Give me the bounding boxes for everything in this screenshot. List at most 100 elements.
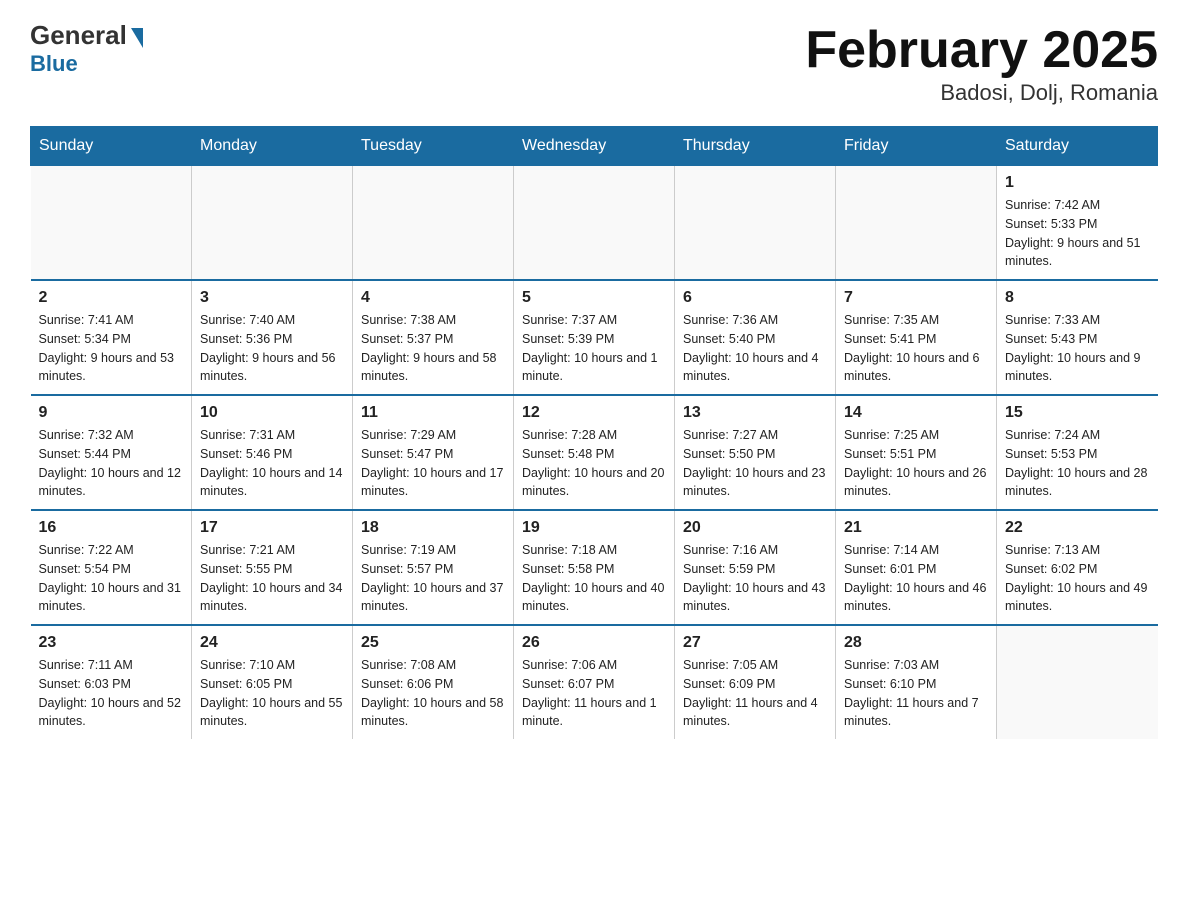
- calendar-cell: 17 Sunrise: 7:21 AMSunset: 5:55 PMDayligh…: [192, 510, 353, 625]
- month-title: February 2025: [805, 20, 1158, 80]
- day-number: 16: [39, 519, 184, 537]
- calendar-cell: 5 Sunrise: 7:37 AMSunset: 5:39 PMDaylight…: [514, 280, 675, 395]
- day-info: Sunrise: 7:03 AMSunset: 6:10 PMDaylight:…: [844, 656, 988, 731]
- header-wednesday: Wednesday: [514, 127, 675, 166]
- calendar-cell: 20 Sunrise: 7:16 AMSunset: 5:59 PMDayligh…: [675, 510, 836, 625]
- calendar-week-row: 23 Sunrise: 7:11 AMSunset: 6:03 PMDayligh…: [31, 625, 1158, 739]
- day-number: 23: [39, 634, 184, 652]
- day-info: Sunrise: 7:33 AMSunset: 5:43 PMDaylight:…: [1005, 311, 1150, 386]
- calendar-cell: [675, 166, 836, 281]
- day-info: Sunrise: 7:42 AMSunset: 5:33 PMDaylight:…: [1005, 196, 1150, 271]
- calendar-cell: 13Sunrise: 7:27 AMSunset: 5:50 PMDayligh…: [675, 395, 836, 510]
- day-number: 7: [844, 289, 988, 307]
- day-info: Sunrise: 7:35 AMSunset: 5:41 PMDaylight:…: [844, 311, 988, 386]
- calendar-cell: 19 Sunrise: 7:18 AMSunset: 5:58 PMDayligh…: [514, 510, 675, 625]
- day-info: Sunrise: 7:21 AMSunset: 5:55 PMDaylight:…: [200, 541, 344, 616]
- calendar-week-row: 2 Sunrise: 7:41 AMSunset: 5:34 PMDaylight…: [31, 280, 1158, 395]
- calendar-cell: 9 Sunrise: 7:32 AMSunset: 5:44 PMDaylight…: [31, 395, 192, 510]
- day-number: 5: [522, 289, 666, 307]
- calendar-cell: [836, 166, 997, 281]
- day-number: 6: [683, 289, 827, 307]
- calendar-cell: 24 Sunrise: 7:10 AMSunset: 6:05 PMDayligh…: [192, 625, 353, 739]
- day-info: Sunrise: 7:37 AMSunset: 5:39 PMDaylight:…: [522, 311, 666, 386]
- day-info: Sunrise: 7:41 AMSunset: 5:34 PMDaylight:…: [39, 311, 184, 386]
- day-number: 1: [1005, 174, 1150, 192]
- day-info: Sunrise: 7:32 AMSunset: 5:44 PMDaylight:…: [39, 426, 184, 501]
- day-number: 17: [200, 519, 344, 537]
- calendar-cell: 3 Sunrise: 7:40 AMSunset: 5:36 PMDaylight…: [192, 280, 353, 395]
- day-info: Sunrise: 7:22 AMSunset: 5:54 PMDaylight:…: [39, 541, 184, 616]
- calendar-cell: 21 Sunrise: 7:14 AMSunset: 6:01 PMDayligh…: [836, 510, 997, 625]
- day-number: 26: [522, 634, 666, 652]
- day-info: Sunrise: 7:19 AMSunset: 5:57 PMDaylight:…: [361, 541, 505, 616]
- day-info: Sunrise: 7:06 AMSunset: 6:07 PMDaylight:…: [522, 656, 666, 731]
- calendar-cell: 22 Sunrise: 7:13 AMSunset: 6:02 PMDayligh…: [997, 510, 1158, 625]
- calendar-cell: 23 Sunrise: 7:11 AMSunset: 6:03 PMDayligh…: [31, 625, 192, 739]
- day-number: 13: [683, 404, 827, 422]
- day-number: 28: [844, 634, 988, 652]
- day-info: Sunrise: 7:31 AMSunset: 5:46 PMDaylight:…: [200, 426, 344, 501]
- day-info: Sunrise: 7:28 AMSunset: 5:48 PMDaylight:…: [522, 426, 666, 501]
- day-info: Sunrise: 7:29 AMSunset: 5:47 PMDaylight:…: [361, 426, 505, 501]
- calendar-week-row: 9 Sunrise: 7:32 AMSunset: 5:44 PMDaylight…: [31, 395, 1158, 510]
- calendar-cell: 4Sunrise: 7:38 AMSunset: 5:37 PMDaylight…: [353, 280, 514, 395]
- calendar-cell: 7 Sunrise: 7:35 AMSunset: 5:41 PMDaylight…: [836, 280, 997, 395]
- day-info: Sunrise: 7:14 AMSunset: 6:01 PMDaylight:…: [844, 541, 988, 616]
- day-number: 12: [522, 404, 666, 422]
- calendar-cell: [997, 625, 1158, 739]
- day-info: Sunrise: 7:24 AMSunset: 5:53 PMDaylight:…: [1005, 426, 1150, 501]
- day-number: 3: [200, 289, 344, 307]
- title-section: February 2025 Badosi, Dolj, Romania: [805, 20, 1158, 106]
- logo: General Blue: [30, 20, 143, 77]
- day-number: 2: [39, 289, 184, 307]
- day-number: 18: [361, 519, 505, 537]
- day-info: Sunrise: 7:25 AMSunset: 5:51 PMDaylight:…: [844, 426, 988, 501]
- calendar-cell: 2 Sunrise: 7:41 AMSunset: 5:34 PMDaylight…: [31, 280, 192, 395]
- logo-triangle-icon: [131, 28, 143, 48]
- calendar-cell: 25 Sunrise: 7:08 AMSunset: 6:06 PMDayligh…: [353, 625, 514, 739]
- header-tuesday: Tuesday: [353, 127, 514, 166]
- day-info: Sunrise: 7:05 AMSunset: 6:09 PMDaylight:…: [683, 656, 827, 731]
- day-info: Sunrise: 7:11 AMSunset: 6:03 PMDaylight:…: [39, 656, 184, 731]
- logo-blue-text: Blue: [30, 51, 78, 77]
- calendar-cell: 1 Sunrise: 7:42 AMSunset: 5:33 PMDaylight…: [997, 166, 1158, 281]
- calendar-cell: 6Sunrise: 7:36 AMSunset: 5:40 PMDaylight…: [675, 280, 836, 395]
- calendar-cell: 28 Sunrise: 7:03 AMSunset: 6:10 PMDayligh…: [836, 625, 997, 739]
- day-number: 27: [683, 634, 827, 652]
- page-header: General Blue February 2025 Badosi, Dolj,…: [30, 20, 1158, 106]
- day-info: Sunrise: 7:16 AMSunset: 5:59 PMDaylight:…: [683, 541, 827, 616]
- calendar-header-row: SundayMondayTuesdayWednesdayThursdayFrid…: [31, 127, 1158, 166]
- day-number: 25: [361, 634, 505, 652]
- day-number: 11: [361, 404, 505, 422]
- location-text: Badosi, Dolj, Romania: [805, 80, 1158, 106]
- day-number: 20: [683, 519, 827, 537]
- calendar-cell: 26 Sunrise: 7:06 AMSunset: 6:07 PMDayligh…: [514, 625, 675, 739]
- calendar-week-row: 1 Sunrise: 7:42 AMSunset: 5:33 PMDaylight…: [31, 166, 1158, 281]
- day-number: 14: [844, 404, 988, 422]
- day-number: 24: [200, 634, 344, 652]
- calendar-cell: 14 Sunrise: 7:25 AMSunset: 5:51 PMDayligh…: [836, 395, 997, 510]
- day-info: Sunrise: 7:40 AMSunset: 5:36 PMDaylight:…: [200, 311, 344, 386]
- day-info: Sunrise: 7:13 AMSunset: 6:02 PMDaylight:…: [1005, 541, 1150, 616]
- day-info: Sunrise: 7:18 AMSunset: 5:58 PMDaylight:…: [522, 541, 666, 616]
- calendar-cell: 12 Sunrise: 7:28 AMSunset: 5:48 PMDayligh…: [514, 395, 675, 510]
- day-number: 9: [39, 404, 184, 422]
- day-info: Sunrise: 7:10 AMSunset: 6:05 PMDaylight:…: [200, 656, 344, 731]
- day-number: 22: [1005, 519, 1150, 537]
- calendar-cell: [353, 166, 514, 281]
- calendar-cell: 27 Sunrise: 7:05 AMSunset: 6:09 PMDayligh…: [675, 625, 836, 739]
- calendar-cell: [192, 166, 353, 281]
- day-info: Sunrise: 7:08 AMSunset: 6:06 PMDaylight:…: [361, 656, 505, 731]
- calendar-cell: [514, 166, 675, 281]
- day-number: 15: [1005, 404, 1150, 422]
- calendar-cell: 16 Sunrise: 7:22 AMSunset: 5:54 PMDayligh…: [31, 510, 192, 625]
- day-number: 19: [522, 519, 666, 537]
- header-saturday: Saturday: [997, 127, 1158, 166]
- calendar-week-row: 16 Sunrise: 7:22 AMSunset: 5:54 PMDayligh…: [31, 510, 1158, 625]
- calendar-cell: [31, 166, 192, 281]
- day-number: 21: [844, 519, 988, 537]
- day-number: 4: [361, 289, 505, 307]
- calendar-cell: 8 Sunrise: 7:33 AMSunset: 5:43 PMDaylight…: [997, 280, 1158, 395]
- day-number: 8: [1005, 289, 1150, 307]
- calendar-table: SundayMondayTuesdayWednesdayThursdayFrid…: [30, 126, 1158, 739]
